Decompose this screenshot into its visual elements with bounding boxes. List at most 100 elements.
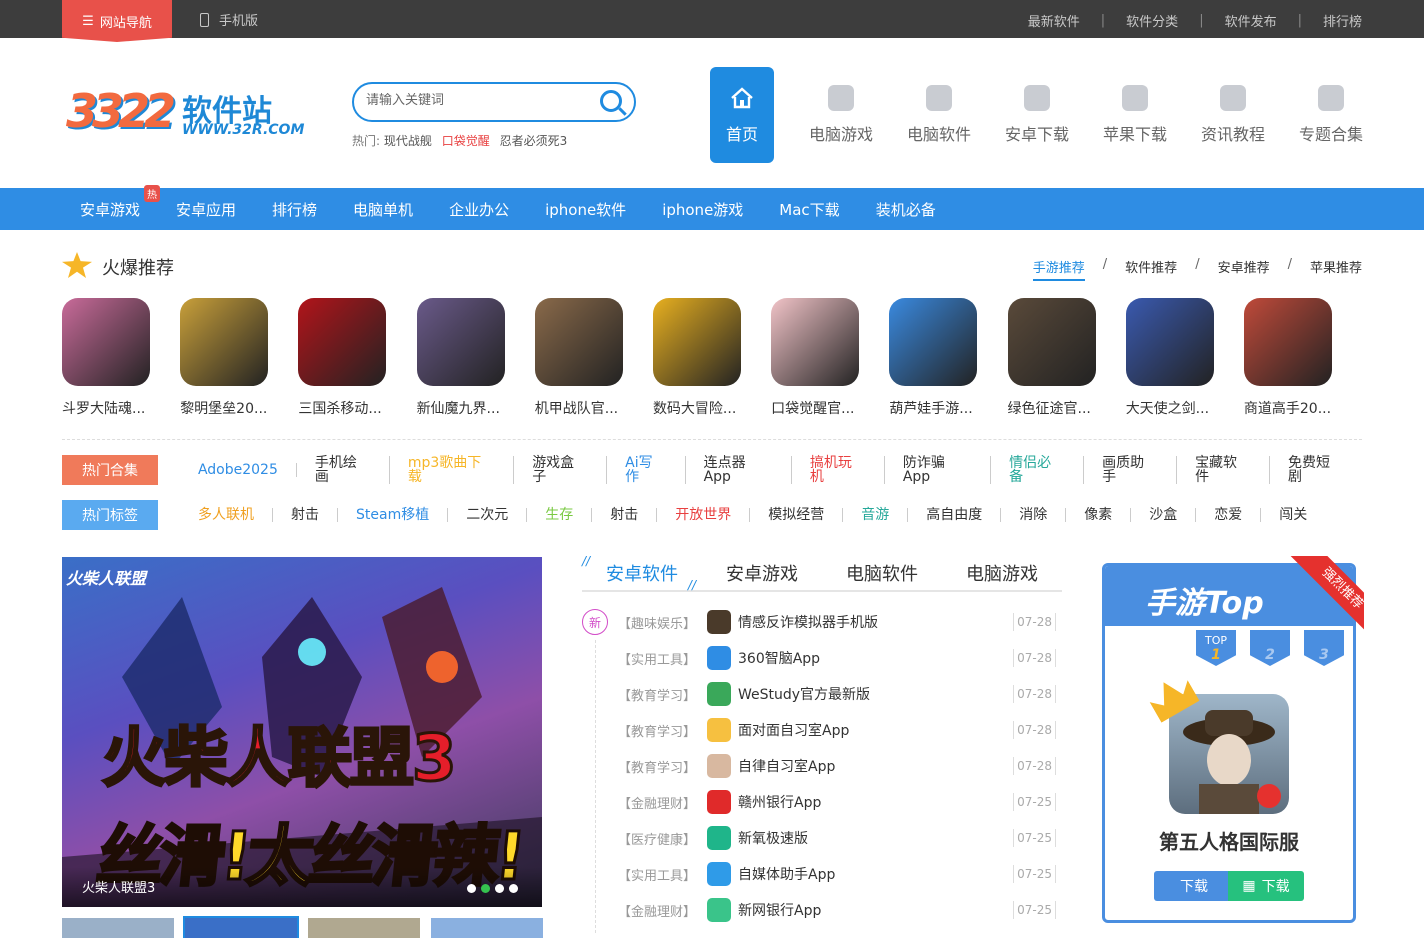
rank-tab-1[interactable]: TOP 1 [1196, 630, 1236, 666]
game-card[interactable]: 商道高手20... [1243, 298, 1362, 418]
app-name[interactable]: 赣州银行App [738, 792, 821, 812]
thumbnail[interactable] [62, 918, 174, 938]
list-category[interactable]: 【教育学习】 [618, 721, 696, 740]
list-item[interactable]: 【医疗健康】 新氧极速版 07-25 [582, 820, 1062, 856]
main-nav-topics[interactable]: 专题合集 [1282, 67, 1380, 163]
list-item[interactable]: 【教育学习】 WeStudy官方最新版 07-28 [582, 676, 1062, 712]
app-name[interactable]: 自律自习室App [738, 756, 835, 776]
game-card[interactable]: 口袋觉醒官... [771, 298, 889, 418]
main-nav-news[interactable]: 资讯教程 [1184, 67, 1282, 163]
list-category[interactable]: 【实用工具】 [618, 649, 696, 668]
hot-word[interactable]: 忍者必须死3 [500, 134, 568, 148]
mobile-version-link[interactable]: 手机版 [200, 10, 258, 29]
app-name[interactable]: 360智脑App [738, 648, 820, 668]
tag-link[interactable]: 射击 [273, 508, 338, 522]
tag-link[interactable]: Adobe2025 [180, 463, 297, 477]
main-nav-apple[interactable]: 苹果下载 [1086, 67, 1184, 163]
app-name[interactable]: 新网银行App [738, 900, 821, 920]
tag-link[interactable]: 防诈骗App [885, 456, 992, 484]
carousel-dot[interactable] [495, 884, 504, 893]
game-card[interactable]: 数码大冒险... [652, 298, 771, 418]
game-card[interactable]: 黎明堡垒20... [180, 298, 298, 418]
tag-link[interactable]: 多人联机 [180, 508, 273, 522]
list-item[interactable]: 【教育学习】 自律自习室App 07-28 [582, 748, 1062, 784]
category-essentials[interactable]: 装机必备 [876, 199, 936, 220]
android-download-button[interactable]: ▦ 下载 [1228, 871, 1304, 901]
list-category[interactable]: 【趣味娱乐】 [618, 613, 696, 632]
rank-tab-3[interactable]: .3 [1304, 630, 1344, 666]
list-item[interactable]: 【金融理财】 赣州银行App 07-25 [582, 784, 1062, 820]
top-link-latest[interactable]: 最新软件 [1028, 11, 1080, 30]
list-item[interactable]: 【教育学习】 面对面自习室App 07-28 [582, 712, 1062, 748]
tag-link[interactable]: 射击 [592, 508, 658, 522]
tag-link[interactable]: 开放世界 [657, 508, 751, 522]
app-name[interactable]: 自媒体助手App [738, 864, 835, 884]
tab-pc-software[interactable]: 电脑软件 [822, 556, 942, 590]
category-iphone-games[interactable]: iphone游戏 [662, 199, 743, 220]
thumbnail[interactable] [431, 918, 543, 938]
top-link-publish[interactable]: 软件发布 [1225, 11, 1277, 30]
tag-link[interactable]: 生存 [527, 508, 593, 522]
hot-word[interactable]: 现代战舰 [384, 134, 432, 148]
list-item[interactable]: 新【趣味娱乐】 情感反诈模拟器手机版 07-28 [582, 604, 1062, 640]
tab-android-games[interactable]: 安卓游戏 [702, 556, 822, 590]
tag-link[interactable]: 情侣必备 [991, 456, 1085, 484]
tag-link[interactable]: 像素 [1066, 508, 1132, 522]
site-nav-button[interactable]: ☰ 网站导航 [62, 0, 172, 42]
tag-link[interactable]: 宝藏软件 [1177, 456, 1271, 484]
tag-link[interactable]: 音游 [843, 508, 909, 522]
app-name[interactable]: 情感反诈模拟器手机版 [738, 612, 878, 632]
list-category[interactable]: 【金融理财】 [618, 793, 696, 812]
game-card[interactable]: 斗罗大陆魂... [62, 298, 180, 418]
hot-word[interactable]: 口袋觉醒 [442, 134, 490, 148]
carousel-dot[interactable] [467, 884, 476, 893]
top-link-categories[interactable]: 软件分类 [1126, 11, 1178, 30]
tag-link[interactable]: 高自由度 [908, 508, 1002, 522]
tag-link[interactable]: 手机绘画 [297, 456, 390, 484]
category-android-apps[interactable]: 安卓应用 [176, 199, 236, 220]
tag-link[interactable]: mp3歌曲下载 [390, 456, 515, 484]
game-card[interactable]: 新仙魔九界... [416, 298, 535, 418]
category-pc-standalone[interactable]: 电脑单机 [353, 199, 413, 220]
tag-link[interactable]: 闯关 [1261, 508, 1325, 522]
search-icon[interactable] [600, 90, 622, 112]
tag-link[interactable]: 游戏盒子 [514, 456, 608, 484]
search-input[interactable] [366, 93, 586, 108]
tag-link[interactable]: 二次元 [448, 508, 528, 522]
list-category[interactable]: 【金融理财】 [618, 901, 696, 920]
category-android-games[interactable]: 安卓游戏热 [80, 184, 161, 220]
thumbnail[interactable] [308, 918, 420, 938]
thumbnail[interactable] [183, 916, 299, 938]
list-item[interactable]: 【金融理财】 新网银行App 07-25 [582, 892, 1062, 928]
tag-link[interactable]: 连点器App [686, 456, 792, 484]
list-category[interactable]: 【教育学习】 [618, 685, 696, 704]
ios-download-button[interactable]: 下载 [1154, 871, 1228, 901]
list-item[interactable]: 【实用工具】 360智脑App 07-28 [582, 640, 1062, 676]
carousel-dot[interactable] [509, 884, 518, 893]
game-card[interactable]: 绿色征途官... [1007, 298, 1126, 418]
tab-android[interactable]: 安卓推荐 [1218, 257, 1270, 281]
tag-link[interactable]: 模拟经营 [750, 508, 844, 522]
featured-banner[interactable]: 火柴人联盟 火柴人联盟3 丝滑!太丝滑辣! 火柴人联盟3 [62, 557, 542, 907]
tag-link[interactable]: 免费短剧 [1270, 456, 1362, 484]
tag-link[interactable]: 沙盒 [1131, 508, 1197, 522]
main-nav-pc-games[interactable]: 电脑游戏 [792, 67, 890, 163]
list-category[interactable]: 【实用工具】 [618, 865, 696, 884]
tag-link[interactable]: Steam移植 [338, 508, 449, 522]
list-category[interactable]: 【医疗健康】 [618, 829, 696, 848]
game-card[interactable]: 三国杀移动... [298, 298, 416, 418]
list-category[interactable]: 【教育学习】 [618, 757, 696, 776]
main-nav-android[interactable]: 安卓下载 [988, 67, 1086, 163]
tag-link[interactable]: 恋爱 [1196, 508, 1262, 522]
tag-link[interactable]: 消除 [1001, 508, 1067, 522]
game-card[interactable]: 葫芦娃手游... [889, 298, 1007, 418]
main-nav-home[interactable]: 首页 [710, 67, 774, 163]
carousel-dot[interactable] [481, 884, 490, 893]
featured-game-icon[interactable] [1169, 694, 1289, 814]
category-ranking[interactable]: 排行榜 [272, 199, 317, 220]
rank-tab-2[interactable]: .2 [1250, 630, 1290, 666]
category-iphone-software[interactable]: iphone软件 [545, 199, 626, 220]
main-nav-pc-software[interactable]: 电脑软件 [890, 67, 988, 163]
game-card[interactable]: 大天使之剑... [1125, 298, 1244, 418]
tab-apple[interactable]: 苹果推荐 [1310, 257, 1362, 281]
